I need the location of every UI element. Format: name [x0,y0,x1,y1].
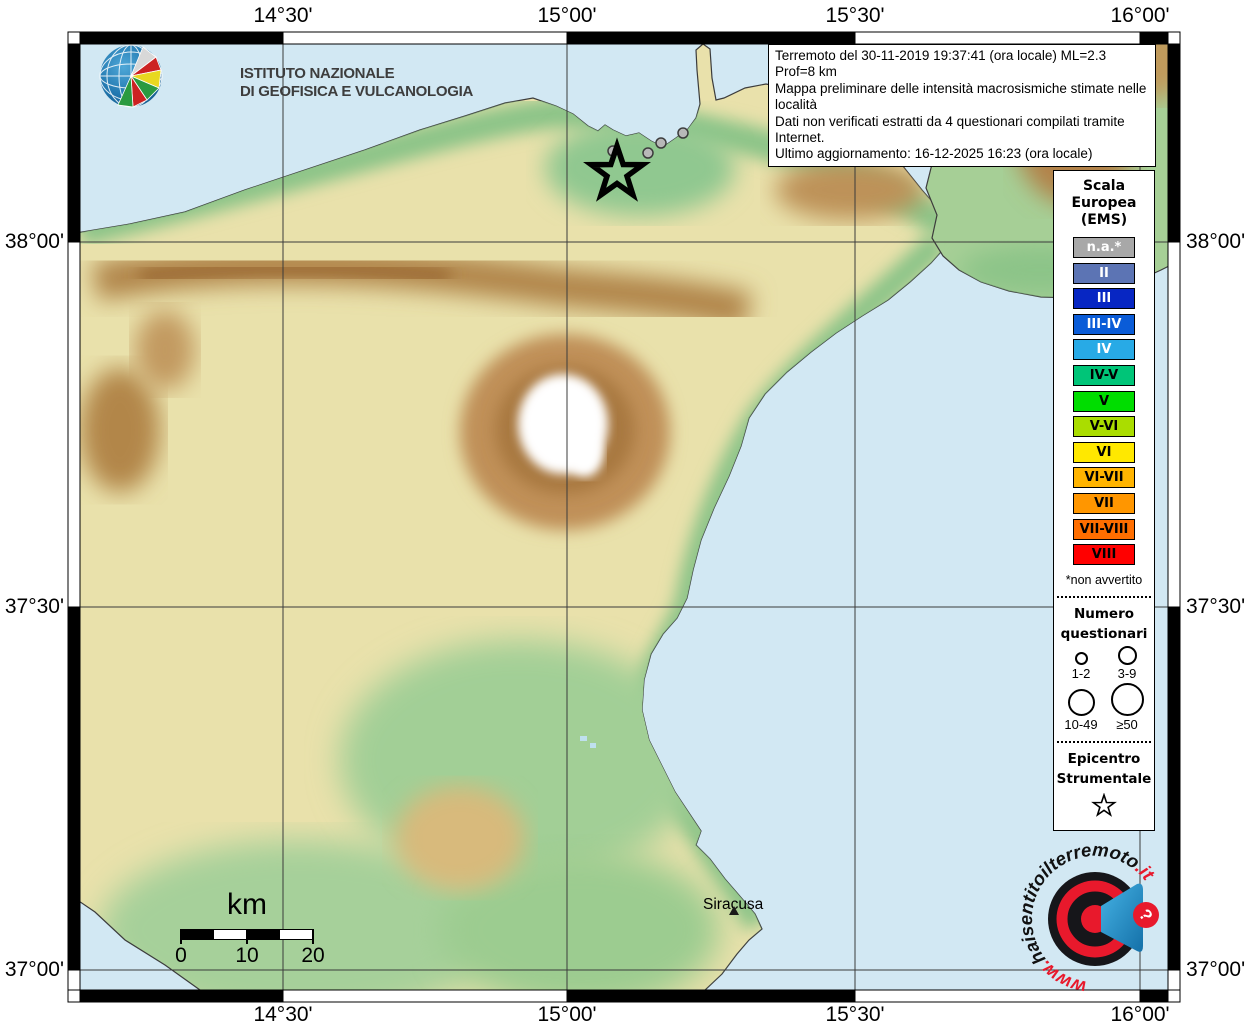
axis-label-bottom-2: 15°30' [825,1003,884,1024]
ems-swatch-v-vi: V-VI [1073,416,1135,437]
questionari-circle-icon [1075,652,1088,665]
info-line-1: Terremoto del 30-11-2019 19:37:41 (ora l… [775,48,1149,81]
scale-bar-number-0: 0 [175,944,187,968]
questionari-size-≥50: ≥50 [1104,683,1150,732]
axis-label-right-0: 38°00' [1186,230,1245,254]
ems-swatch-vi-vii: VI-VII [1073,467,1135,488]
axis-label-right-1: 37°30' [1186,595,1245,619]
scale-bar-number-20: 20 [301,944,324,968]
epicentro-title: Epicentro Strumentale [1054,749,1154,789]
ems-swatch-vi: VI [1073,442,1135,463]
axis-label-left-0: 38°00' [5,230,64,254]
info-line-2: Mappa preliminare delle intensità macros… [775,81,1149,114]
ems-swatch-iii: III [1073,288,1135,309]
ems-intensity-map-page: { "info_box": { "lines": [ "Terremoto de… [0,0,1255,1024]
ems-swatch-v: V [1073,391,1135,412]
questionari-circle-icon [1118,646,1137,665]
scale-bar-unit: km [227,888,267,922]
info-line-4: Ultimo aggiornamento: 16-12-2025 16:23 (… [775,146,1149,162]
legend-footnote: *non avvertito [1054,573,1154,587]
axis-label-right-2: 37°00' [1186,958,1245,982]
axis-label-top-3: 16°00' [1110,4,1169,28]
ems-swatch-vii: VII [1073,493,1135,514]
city-marker-icon [729,906,739,915]
axis-label-bottom-1: 15°00' [537,1003,596,1024]
ems-swatch-iv-v: IV-V [1073,365,1135,386]
ems-swatch-n-a-: n.a.* [1073,237,1135,258]
questionari-circle-icon [1068,689,1095,716]
scale-bar-number-10: 10 [235,944,258,968]
axis-label-top-0: 14°30' [253,4,312,28]
legend-title: Scala Europea (EMS) [1054,178,1154,229]
axis-label-top-1: 15°00' [537,4,596,28]
ems-swatch-viii: VIII [1073,544,1135,565]
questionari-size-label: 3-9 [1118,666,1137,681]
ems-scale-list: n.a.*IIIIIIII-IVIVIV-VVV-VIVIVI-VIIVIIVI… [1054,237,1154,565]
questionari-size-label: 1-2 [1072,666,1091,681]
questionari-size-label: ≥50 [1116,717,1138,732]
questionari-size-10-49: 10-49 [1058,683,1104,732]
questionari-title: Numero questionari [1054,604,1154,644]
questionari-circle-icon [1111,683,1144,716]
ems-swatch-vii-viii: VII-VIII [1073,519,1135,540]
ingv-name-line2: DI GEOFISICA E VULCANOLOGIA [240,83,473,100]
axis-label-bottom-0: 14°30' [253,1003,312,1024]
axis-label-bottom-3: 16°00' [1110,1003,1169,1024]
legend-separator [1057,596,1151,598]
ingv-name-line1: ISTITUTO NAZIONALE [240,65,395,82]
axis-label-top-2: 15°30' [825,4,884,28]
ems-swatch-iv: IV [1073,339,1135,360]
epicentro-star-icon [1090,793,1118,817]
questionari-size-label: 10-49 [1064,717,1097,732]
ems-swatch-ii: II [1073,263,1135,284]
questionari-size-1-2: 1-2 [1058,646,1104,681]
event-info-box: Terremoto del 30-11-2019 19:37:41 (ora l… [768,44,1156,167]
axis-label-left-1: 37°30' [5,595,64,619]
questionari-sizes: 1-2 3-9 10-49 ≥50 [1058,646,1150,732]
questionari-size-3-9: 3-9 [1104,646,1150,681]
legend-panel: Scala Europea (EMS) n.a.*IIIIIIII-IVIVIV… [1053,170,1155,831]
map-terrain [70,20,1195,1020]
legend-separator-2 [1057,741,1151,743]
axis-label-left-2: 37°00' [5,958,64,982]
info-line-3: Dati non verificati estratti da 4 questi… [775,114,1149,147]
ems-swatch-iii-iv: III-IV [1073,314,1135,335]
